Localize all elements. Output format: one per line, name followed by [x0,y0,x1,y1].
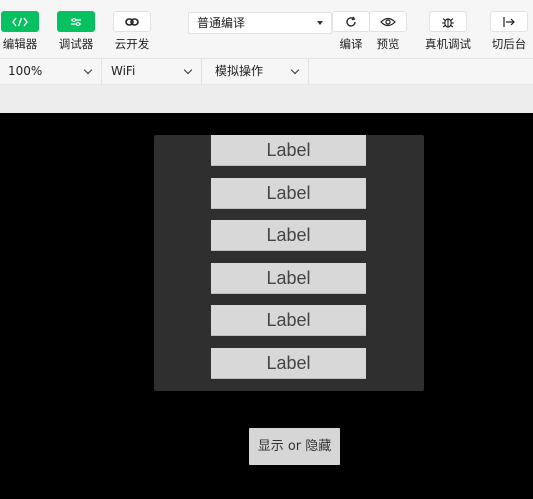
caret-down-icon [317,21,323,25]
simulate-operation-value: 模拟操作 [215,64,264,78]
code-icon[interactable] [1,11,39,32]
simulator-status-strip [0,85,533,113]
network-value: WiFi [111,64,136,78]
show-hide-toggle-button[interactable]: 显示 or 隐藏 [249,428,340,465]
label-button[interactable]: Label [211,135,366,166]
editor-label: 编辑器 [2,37,38,51]
preview-tool[interactable]: 预览 [364,11,412,52]
simulate-operation-select[interactable]: 模拟操作 [207,59,309,84]
bug-icon[interactable] [429,11,467,32]
chevron-down-icon [290,65,300,75]
simulator-subbar: 100% WiFi 模拟操作 [0,58,533,85]
compile-mode-select[interactable]: 普通编译 [188,12,332,34]
sliders-icon[interactable] [57,11,95,32]
eye-icon[interactable] [369,11,407,32]
background-label: 切后台 [491,37,527,51]
network-select[interactable]: WiFi [103,59,202,84]
label-button-panel: Label Label Label Label Label Label [154,135,424,391]
label-button[interactable]: Label [211,178,366,209]
zoom-select[interactable]: 100% [0,59,102,84]
real-device-tool[interactable]: 真机调试 [424,11,472,52]
zoom-value: 100% [8,64,43,78]
compile-mode-value: 普通编译 [197,16,246,30]
chevron-down-icon [83,65,93,75]
main-toolbar: 编辑器 调试器 云开发 普通编译 编译 预览 真机调试 切后台 [0,0,533,58]
preview-label: 预览 [376,37,400,51]
exit-icon[interactable] [490,11,528,32]
debugger-tool[interactable]: 调试器 [52,11,100,52]
background-tool[interactable]: 切后台 [485,11,533,52]
real-device-label: 真机调试 [425,37,471,51]
label-button[interactable]: Label [211,220,366,251]
editor-tool[interactable]: 编辑器 [0,11,44,52]
label-button[interactable]: Label [211,305,366,336]
label-button[interactable]: Label [211,348,366,379]
label-button[interactable]: Label [211,263,366,294]
debugger-label: 调试器 [58,37,94,51]
cloud-tool[interactable]: 云开发 [108,11,156,52]
chevron-down-icon [183,65,193,75]
cloud-link-icon[interactable] [113,11,151,32]
cloud-label: 云开发 [114,37,150,51]
